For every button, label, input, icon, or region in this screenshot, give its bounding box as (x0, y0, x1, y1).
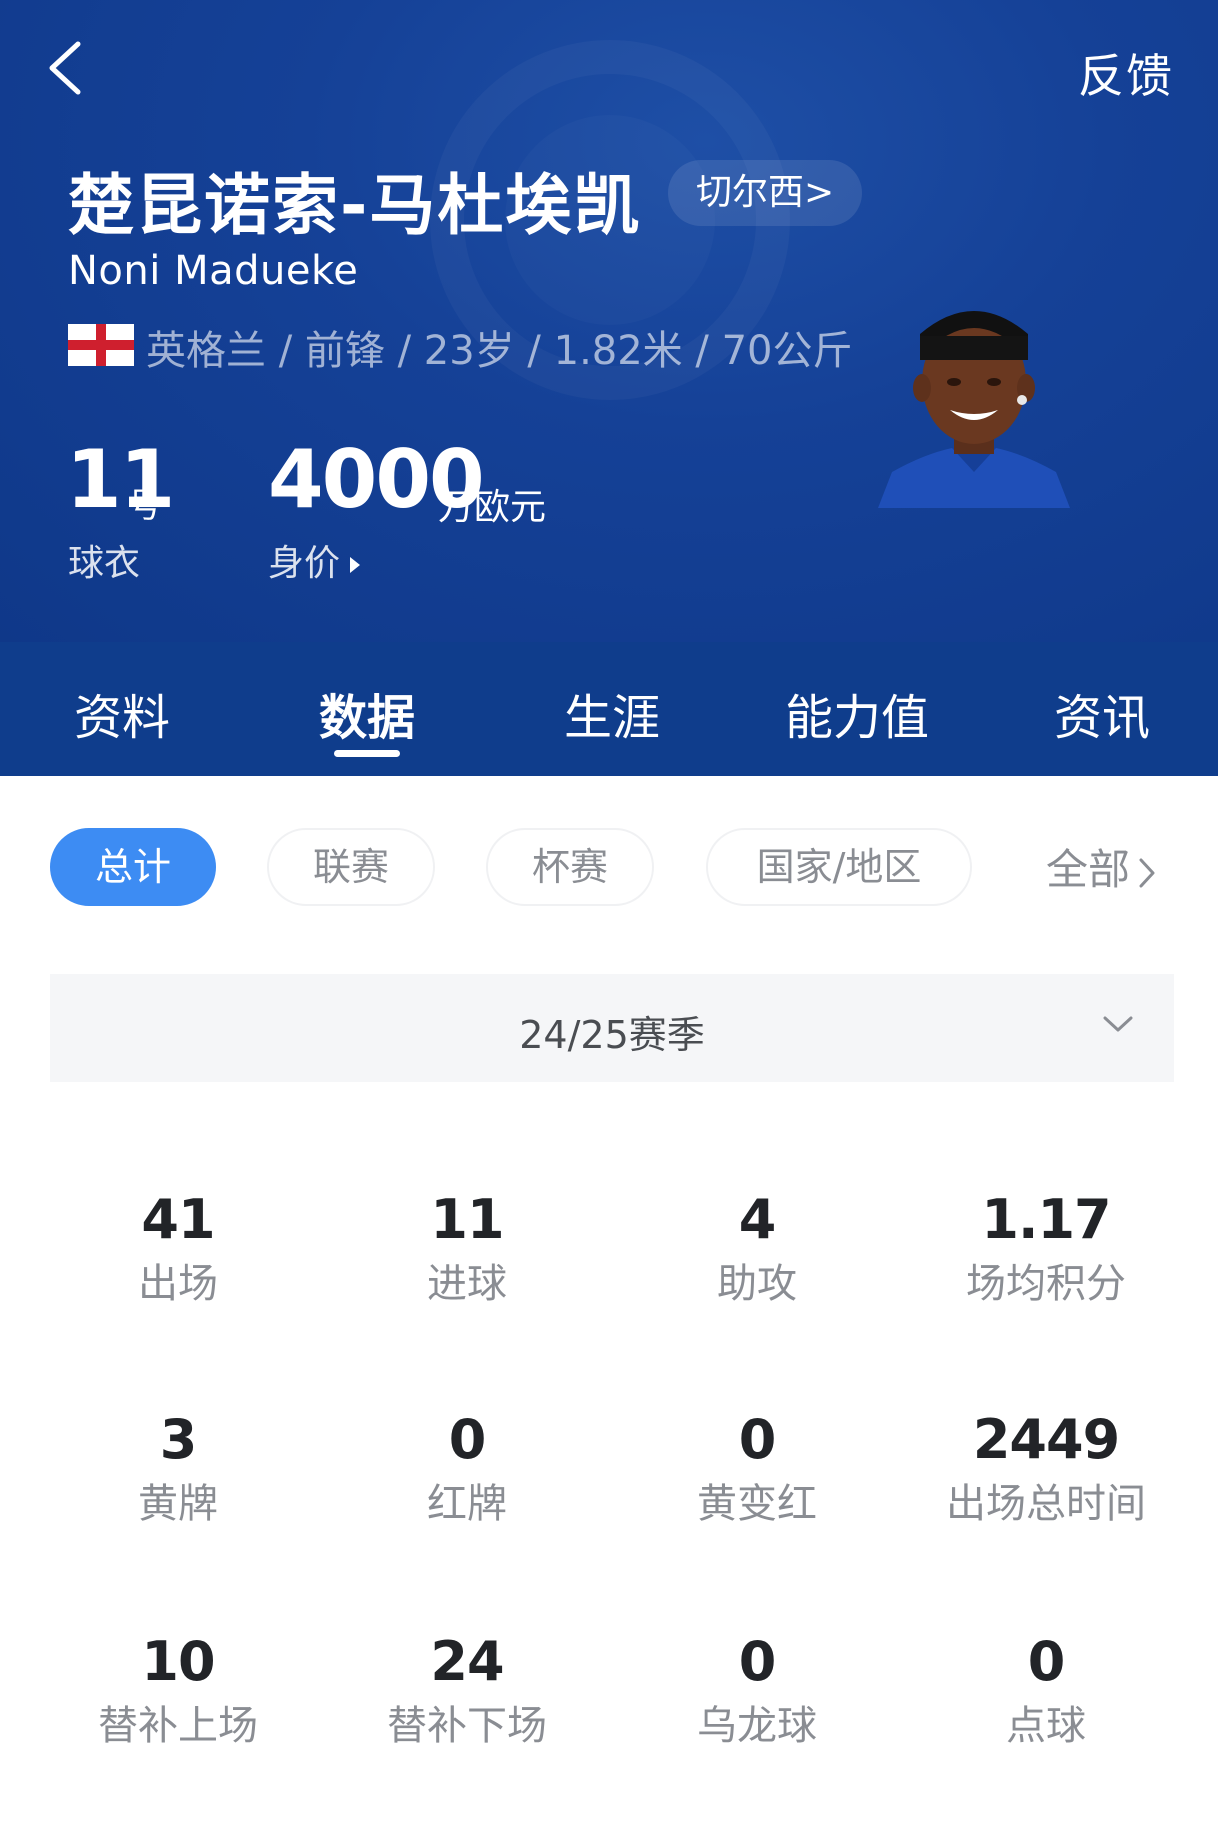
stat-label: 乌龙球 (697, 1703, 817, 1749)
stat-item: 11 进球 (322, 1188, 612, 1308)
filter-chip-cup[interactable]: 杯赛 (486, 828, 654, 906)
stat-item: 2449 出场总时间 (901, 1408, 1191, 1528)
back-button[interactable] (40, 36, 96, 100)
all-filters-label: 全部 (1046, 845, 1131, 894)
stat-item: 3 黄牌 (33, 1408, 323, 1528)
tab-ability[interactable]: 能力值 (757, 678, 957, 748)
back-arrow-icon (49, 41, 81, 95)
chevron-right-icon (1139, 858, 1155, 887)
stat-value: 4 (738, 1188, 777, 1251)
stat-item: 41 出场 (33, 1188, 323, 1308)
stat-item: 0 黄变红 (612, 1408, 902, 1528)
season-select-value: 24/25赛季 (519, 1013, 705, 1057)
stat-item: 24 替补下场 (322, 1630, 612, 1750)
market-value-unit: 万欧元 (438, 487, 547, 528)
stat-label: 出场 (138, 1261, 218, 1307)
stat-item: 4 助攻 (612, 1188, 902, 1308)
stat-value: 1.17 (981, 1188, 1111, 1251)
stat-value: 41 (141, 1188, 215, 1251)
season-select[interactable]: 24/25赛季 (50, 974, 1174, 1082)
player-profile-line: 英格兰 / 前锋 / 23岁 / 1.82米 / 70公斤 (146, 328, 853, 374)
player-header: 反馈 楚昆诺索-马杜埃凯 切尔西> Noni Madueke 英格兰 / 前锋 … (0, 0, 1218, 642)
stat-item: 0 点球 (901, 1630, 1191, 1750)
stat-label: 替补上场 (98, 1703, 258, 1749)
player-avatar (878, 311, 1070, 508)
stat-value: 0 (448, 1408, 487, 1471)
tab-profile[interactable]: 资料 (22, 678, 222, 748)
active-tab-indicator (334, 750, 400, 757)
england-flag-icon (68, 324, 134, 366)
stat-item: 0 红牌 (322, 1408, 612, 1528)
tab-stats[interactable]: 数据 (267, 678, 467, 748)
market-value-label: 身价 (268, 543, 341, 584)
filter-chip-national[interactable]: 国家/地区 (706, 828, 972, 906)
stat-value: 0 (738, 1408, 777, 1471)
feedback-button[interactable]: 反馈 (1078, 40, 1174, 106)
all-filters-button[interactable]: 全部 (1046, 836, 1156, 897)
stat-value: 0 (1027, 1630, 1066, 1693)
market-value-link[interactable]: 身价 (268, 534, 362, 586)
jersey-number-unit: 号 (128, 486, 162, 526)
stat-label: 红牌 (427, 1481, 507, 1527)
stat-label: 进球 (427, 1261, 507, 1307)
stat-label: 场均积分 (966, 1261, 1126, 1307)
stat-value: 3 (159, 1408, 198, 1471)
stat-item: 1.17 场均积分 (901, 1188, 1191, 1308)
stat-value: 11 (430, 1188, 504, 1251)
stat-label: 出场总时间 (946, 1481, 1146, 1527)
tab-news[interactable]: 资讯 (1002, 678, 1202, 748)
jersey-label: 球衣 (68, 543, 141, 584)
stat-value: 0 (738, 1630, 777, 1693)
stat-label: 点球 (1006, 1703, 1086, 1749)
stat-item: 10 替补上场 (33, 1630, 323, 1750)
chevron-down-icon (1103, 1016, 1133, 1032)
stat-label: 替补下场 (387, 1703, 547, 1749)
stat-label: 黄牌 (138, 1481, 218, 1527)
club-link[interactable]: 切尔西> (668, 160, 863, 226)
player-name-en: Noni Madueke (68, 248, 359, 294)
player-tab-bar: 资料 数据 生涯 能力值 资讯 (0, 642, 1218, 776)
stat-value: 24 (430, 1630, 504, 1693)
triangle-right-icon (350, 557, 361, 573)
filter-chip-total[interactable]: 总计 (50, 828, 216, 906)
player-name-cn: 楚昆诺索-马杜埃凯 (68, 167, 642, 244)
tab-career[interactable]: 生涯 (512, 678, 712, 748)
stat-label: 助攻 (717, 1261, 797, 1307)
stat-item: 0 乌龙球 (612, 1630, 902, 1750)
stat-value: 2449 (972, 1408, 1120, 1471)
stat-label: 黄变红 (697, 1481, 817, 1527)
filter-chip-league[interactable]: 联赛 (267, 828, 435, 906)
stat-value: 10 (141, 1630, 215, 1693)
